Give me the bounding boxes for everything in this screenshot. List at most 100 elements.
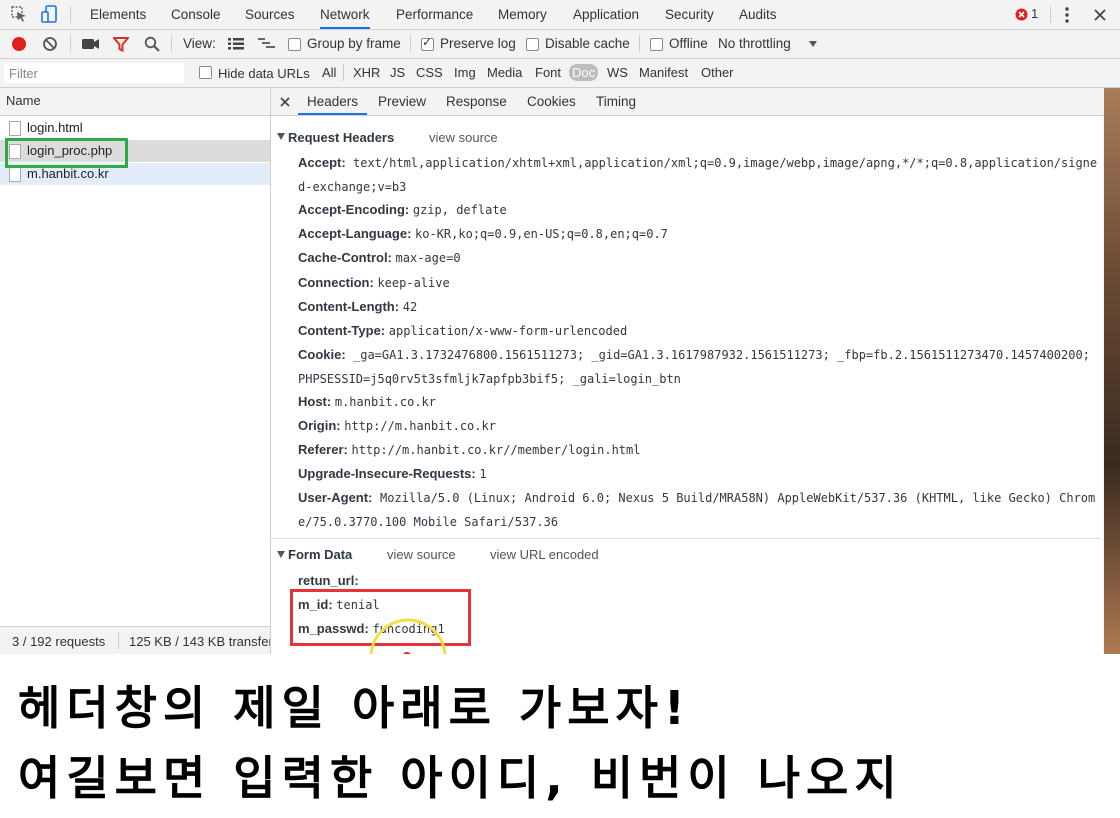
header-upgrade-insecure-requests: Upgrade-Insecure-Requests: 1 (298, 462, 487, 486)
filter-type-media[interactable]: Media (487, 65, 522, 80)
inspect-element-icon[interactable] (11, 6, 28, 23)
filter-type-all[interactable]: All (322, 65, 336, 80)
header-value: application/x-www-form-urlencoded (388, 324, 628, 338)
header-key: Referer: (298, 442, 348, 457)
request-headers-title[interactable]: Request Headers (288, 130, 394, 145)
divider (1050, 6, 1051, 23)
header-value: 42 (402, 300, 418, 314)
header-value: http://m.hanbit.co.kr (344, 419, 496, 433)
filter-type-js[interactable]: JS (390, 65, 405, 80)
document-icon (9, 121, 21, 136)
request-name: login.html (27, 120, 83, 135)
header-value: max-age=0 (395, 251, 461, 265)
header-value: m.hanbit.co.kr (334, 395, 436, 409)
form-data-title[interactable]: Form Data (288, 547, 352, 562)
tab-network[interactable]: Network (320, 0, 370, 29)
preserve-log-label: Preserve log (440, 36, 516, 51)
filter-icon[interactable] (113, 37, 129, 52)
filter-type-css[interactable]: CSS (416, 65, 443, 80)
close-devtools-icon[interactable] (1093, 8, 1107, 22)
filter-type-ws[interactable]: WS (607, 65, 628, 80)
collapse-triangle-icon[interactable] (277, 551, 286, 559)
header-value: ko-KR,ko;q=0.9,en-US;q=0.8,en;q=0.7 (415, 227, 668, 241)
form-data-view-url-encoded[interactable]: view URL encoded (490, 547, 599, 562)
header-key: Content-Type: (298, 323, 386, 338)
caption-line-1: 헤더창의 제일 아래로 가보자! (18, 681, 691, 735)
record-icon[interactable] (11, 36, 27, 52)
tab-headers[interactable]: Headers (298, 88, 368, 115)
form-key: retun_url: (298, 573, 359, 588)
header-value: keep-alive (377, 276, 450, 290)
header-cookie-value: _ga=GA1.3.1732476800.1561511273; _gid=GA… (298, 348, 1090, 386)
panel-tab-bar: Elements Console Sources Network Perform… (0, 0, 1120, 30)
request-row[interactable]: login.html (0, 117, 270, 139)
transferred-size: 125 KB / 143 KB transferred (129, 634, 270, 649)
collapse-triangle-icon[interactable] (277, 133, 286, 141)
background-strip (1104, 88, 1120, 654)
header-value: 1 (479, 467, 487, 481)
divider (410, 35, 411, 52)
tab-response[interactable]: Response (446, 88, 507, 115)
header-key: Accept-Language: (298, 226, 412, 241)
waterfall-overview-icon[interactable] (258, 38, 276, 50)
tab-elements[interactable]: Elements (90, 0, 146, 29)
chevron-down-icon[interactable] (808, 40, 818, 48)
document-icon (9, 167, 21, 182)
tab-preview[interactable]: Preview (378, 88, 426, 115)
header-referer: Referer: http://m.hanbit.co.kr//member/l… (298, 438, 640, 462)
close-detail-icon[interactable] (280, 97, 290, 107)
tab-memory[interactable]: Memory (498, 0, 547, 29)
cursor-highlight (369, 618, 447, 654)
disable-cache-checkbox[interactable] (526, 38, 539, 51)
tab-console[interactable]: Console (171, 0, 221, 29)
tab-cookies[interactable]: Cookies (527, 88, 576, 115)
preserve-log-checkbox[interactable] (421, 35, 434, 51)
divider (70, 6, 71, 23)
view-label: View: (183, 36, 216, 51)
tab-security[interactable]: Security (665, 0, 714, 29)
header-connection: Connection: keep-alive (298, 271, 450, 295)
filter-type-other[interactable]: Other (701, 65, 734, 80)
filter-input[interactable]: Filter (4, 63, 184, 83)
tab-sources[interactable]: Sources (245, 0, 295, 29)
request-headers-view-source[interactable]: view source (429, 130, 498, 145)
device-toolbar-icon[interactable] (41, 5, 58, 24)
clear-icon[interactable] (42, 36, 58, 52)
filter-type-doc[interactable]: Doc (569, 64, 599, 81)
form-data-view-source[interactable]: view source (387, 547, 456, 562)
hide-data-urls-label: Hide data URLs (218, 66, 310, 81)
divider (118, 632, 119, 649)
status-bar: 3 / 192 requests 125 KB / 143 KB transfe… (0, 626, 270, 654)
large-rows-icon[interactable] (228, 38, 244, 50)
tab-application[interactable]: Application (573, 0, 639, 29)
header-cache-control: Cache-Control: max-age=0 (298, 246, 461, 270)
header-key: Cache-Control: (298, 250, 392, 265)
group-by-frame-checkbox[interactable] (288, 38, 301, 51)
header-key: Origin: (298, 418, 341, 433)
filter-placeholder: Filter (9, 66, 38, 81)
filter-type-manifest[interactable]: Manifest (639, 65, 688, 80)
filter-type-img[interactable]: Img (454, 65, 476, 80)
tab-timing[interactable]: Timing (596, 88, 636, 115)
tab-performance[interactable]: Performance (396, 0, 473, 29)
divider (171, 35, 172, 52)
throttling-select[interactable]: No throttling (718, 36, 791, 51)
name-column-header[interactable]: Name (0, 88, 270, 116)
error-icon[interactable] (1015, 8, 1028, 21)
divider (639, 35, 640, 52)
search-icon[interactable] (144, 36, 160, 52)
offline-checkbox[interactable] (650, 38, 663, 51)
tab-audits[interactable]: Audits (739, 0, 777, 29)
error-count: 1 (1031, 6, 1039, 21)
caption-line-2: 여길보면 입력한 아이디, 비번이 나오지 (18, 751, 903, 805)
filter-type-xhr[interactable]: XHR (353, 65, 380, 80)
header-key: Content-Length: (298, 299, 400, 314)
hide-data-urls-checkbox[interactable] (199, 66, 212, 79)
highlight-green-box (5, 138, 128, 168)
header-value: http://m.hanbit.co.kr//member/login.html (351, 443, 641, 457)
header-content-type: Content-Type: application/x-www-form-url… (298, 319, 627, 343)
more-options-icon[interactable] (1063, 6, 1071, 24)
screenshot-camera-icon[interactable] (82, 38, 100, 50)
filter-type-font[interactable]: Font (535, 65, 561, 80)
divider (70, 35, 71, 52)
